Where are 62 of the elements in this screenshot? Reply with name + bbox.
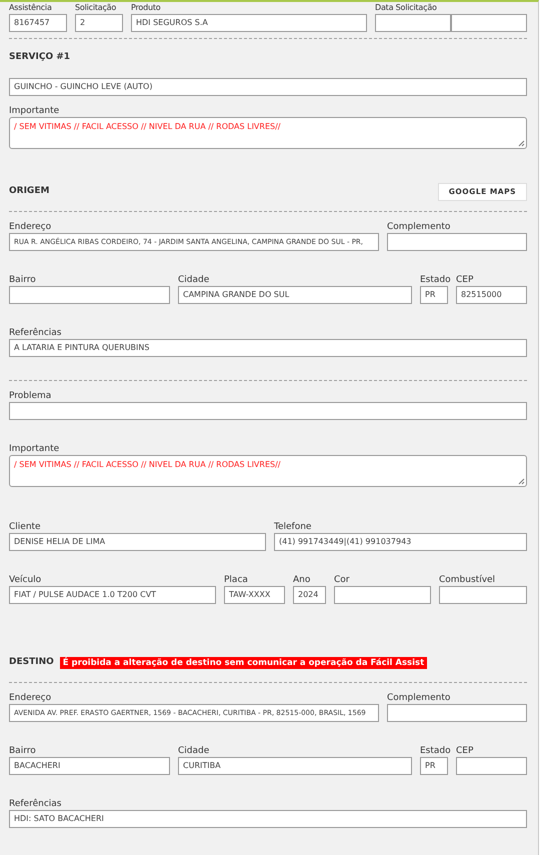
field-label: Importante	[9, 105, 60, 117]
field-label: Endereço	[9, 692, 52, 704]
input-field[interactable]: DENISE HELIA DE LIMA	[9, 533, 266, 551]
input-field[interactable]: BACACHERI	[9, 757, 170, 775]
input-field[interactable]: PR	[420, 286, 448, 304]
field-label: Combustível	[439, 574, 496, 586]
field-label: Placa	[224, 574, 249, 586]
input-field[interactable]	[456, 757, 527, 775]
field-label: Data Solicitação	[375, 2, 438, 14]
input-field[interactable]: CURITIBA	[178, 757, 412, 775]
input-field[interactable]	[387, 233, 527, 251]
input-field[interactable]	[387, 704, 527, 722]
input-field[interactable]: PR	[420, 757, 448, 775]
resize-grip-icon[interactable]	[517, 477, 525, 485]
input-field[interactable]: 2024	[293, 586, 326, 604]
input-field[interactable]: HDI SEGUROS S.A	[131, 14, 367, 32]
input-field[interactable]: GUINCHO - GUINCHO LEVE (AUTO)	[9, 78, 527, 96]
input-field[interactable]: A LATARIA E PINTURA QUERUBINS	[9, 339, 527, 357]
input-field[interactable]: TAW-XXXX	[224, 586, 285, 604]
field-label: Endereço	[9, 221, 52, 233]
field-label: CEP	[456, 274, 474, 286]
section-heading: DESTINO	[9, 656, 54, 670]
field-label: Problema	[9, 390, 52, 402]
input-field[interactable]	[9, 286, 170, 304]
field-label: Cor	[334, 574, 350, 586]
input-field[interactable]: 8167457	[9, 14, 67, 32]
resize-grip-icon[interactable]	[517, 139, 525, 147]
input-field[interactable]: (41) 991743449|(41) 991037943	[274, 533, 527, 551]
field-label: Cidade	[178, 745, 210, 757]
field-label: Referências	[9, 327, 62, 339]
text-area[interactable]: / SEM VITIMAS // FACIL ACESSO // NIVEL DA RUA // RODAS LIVRES//	[9, 117, 527, 149]
input-field[interactable]: 82515000	[456, 286, 527, 304]
warning-text: É proibida a alteração de destino sem comunicar a operação da Fácil Assist	[60, 657, 428, 669]
input-field[interactable]	[439, 586, 527, 604]
text-area[interactable]: / SEM VITIMAS // FACIL ACESSO // NIVEL DA RUA // RODAS LIVRES//	[9, 455, 527, 487]
section-heading: ORIGEM	[9, 185, 50, 198]
input-field[interactable]	[375, 14, 451, 32]
field-label: Complemento	[387, 221, 452, 233]
field-label: Estado	[420, 274, 448, 286]
input-field[interactable]: HDI: SATO BACACHERI	[9, 810, 527, 828]
section-heading: SERVIÇO #1	[9, 51, 70, 64]
input-field[interactable]: FIAT / PULSE AUDACE 1.0 T200 CVT	[9, 586, 216, 604]
input-field[interactable]	[451, 14, 527, 32]
field-label: Cliente	[9, 521, 42, 533]
input-field[interactable]: CAMPINA GRANDE DO SUL	[178, 286, 412, 304]
field-label: CEP	[456, 745, 474, 757]
field-label: Ano	[293, 574, 312, 586]
field-label: Importante	[9, 443, 60, 455]
field-label: Produto	[131, 2, 162, 14]
field-label: Telefone	[274, 521, 312, 533]
field-label: Solicitação	[75, 2, 118, 14]
input-field[interactable]	[334, 586, 431, 604]
field-label: Bairro	[9, 274, 37, 286]
field-label: Complemento	[387, 692, 452, 704]
field-label: Cidade	[178, 274, 210, 286]
input-field[interactable]	[9, 402, 527, 420]
field-label: Referências	[9, 798, 62, 810]
field-label: Assistência	[9, 2, 53, 14]
field-label: Estado	[420, 745, 448, 757]
field-label: Veículo	[9, 574, 42, 586]
field-label: Bairro	[9, 745, 37, 757]
input-field[interactable]: 2	[75, 14, 123, 32]
